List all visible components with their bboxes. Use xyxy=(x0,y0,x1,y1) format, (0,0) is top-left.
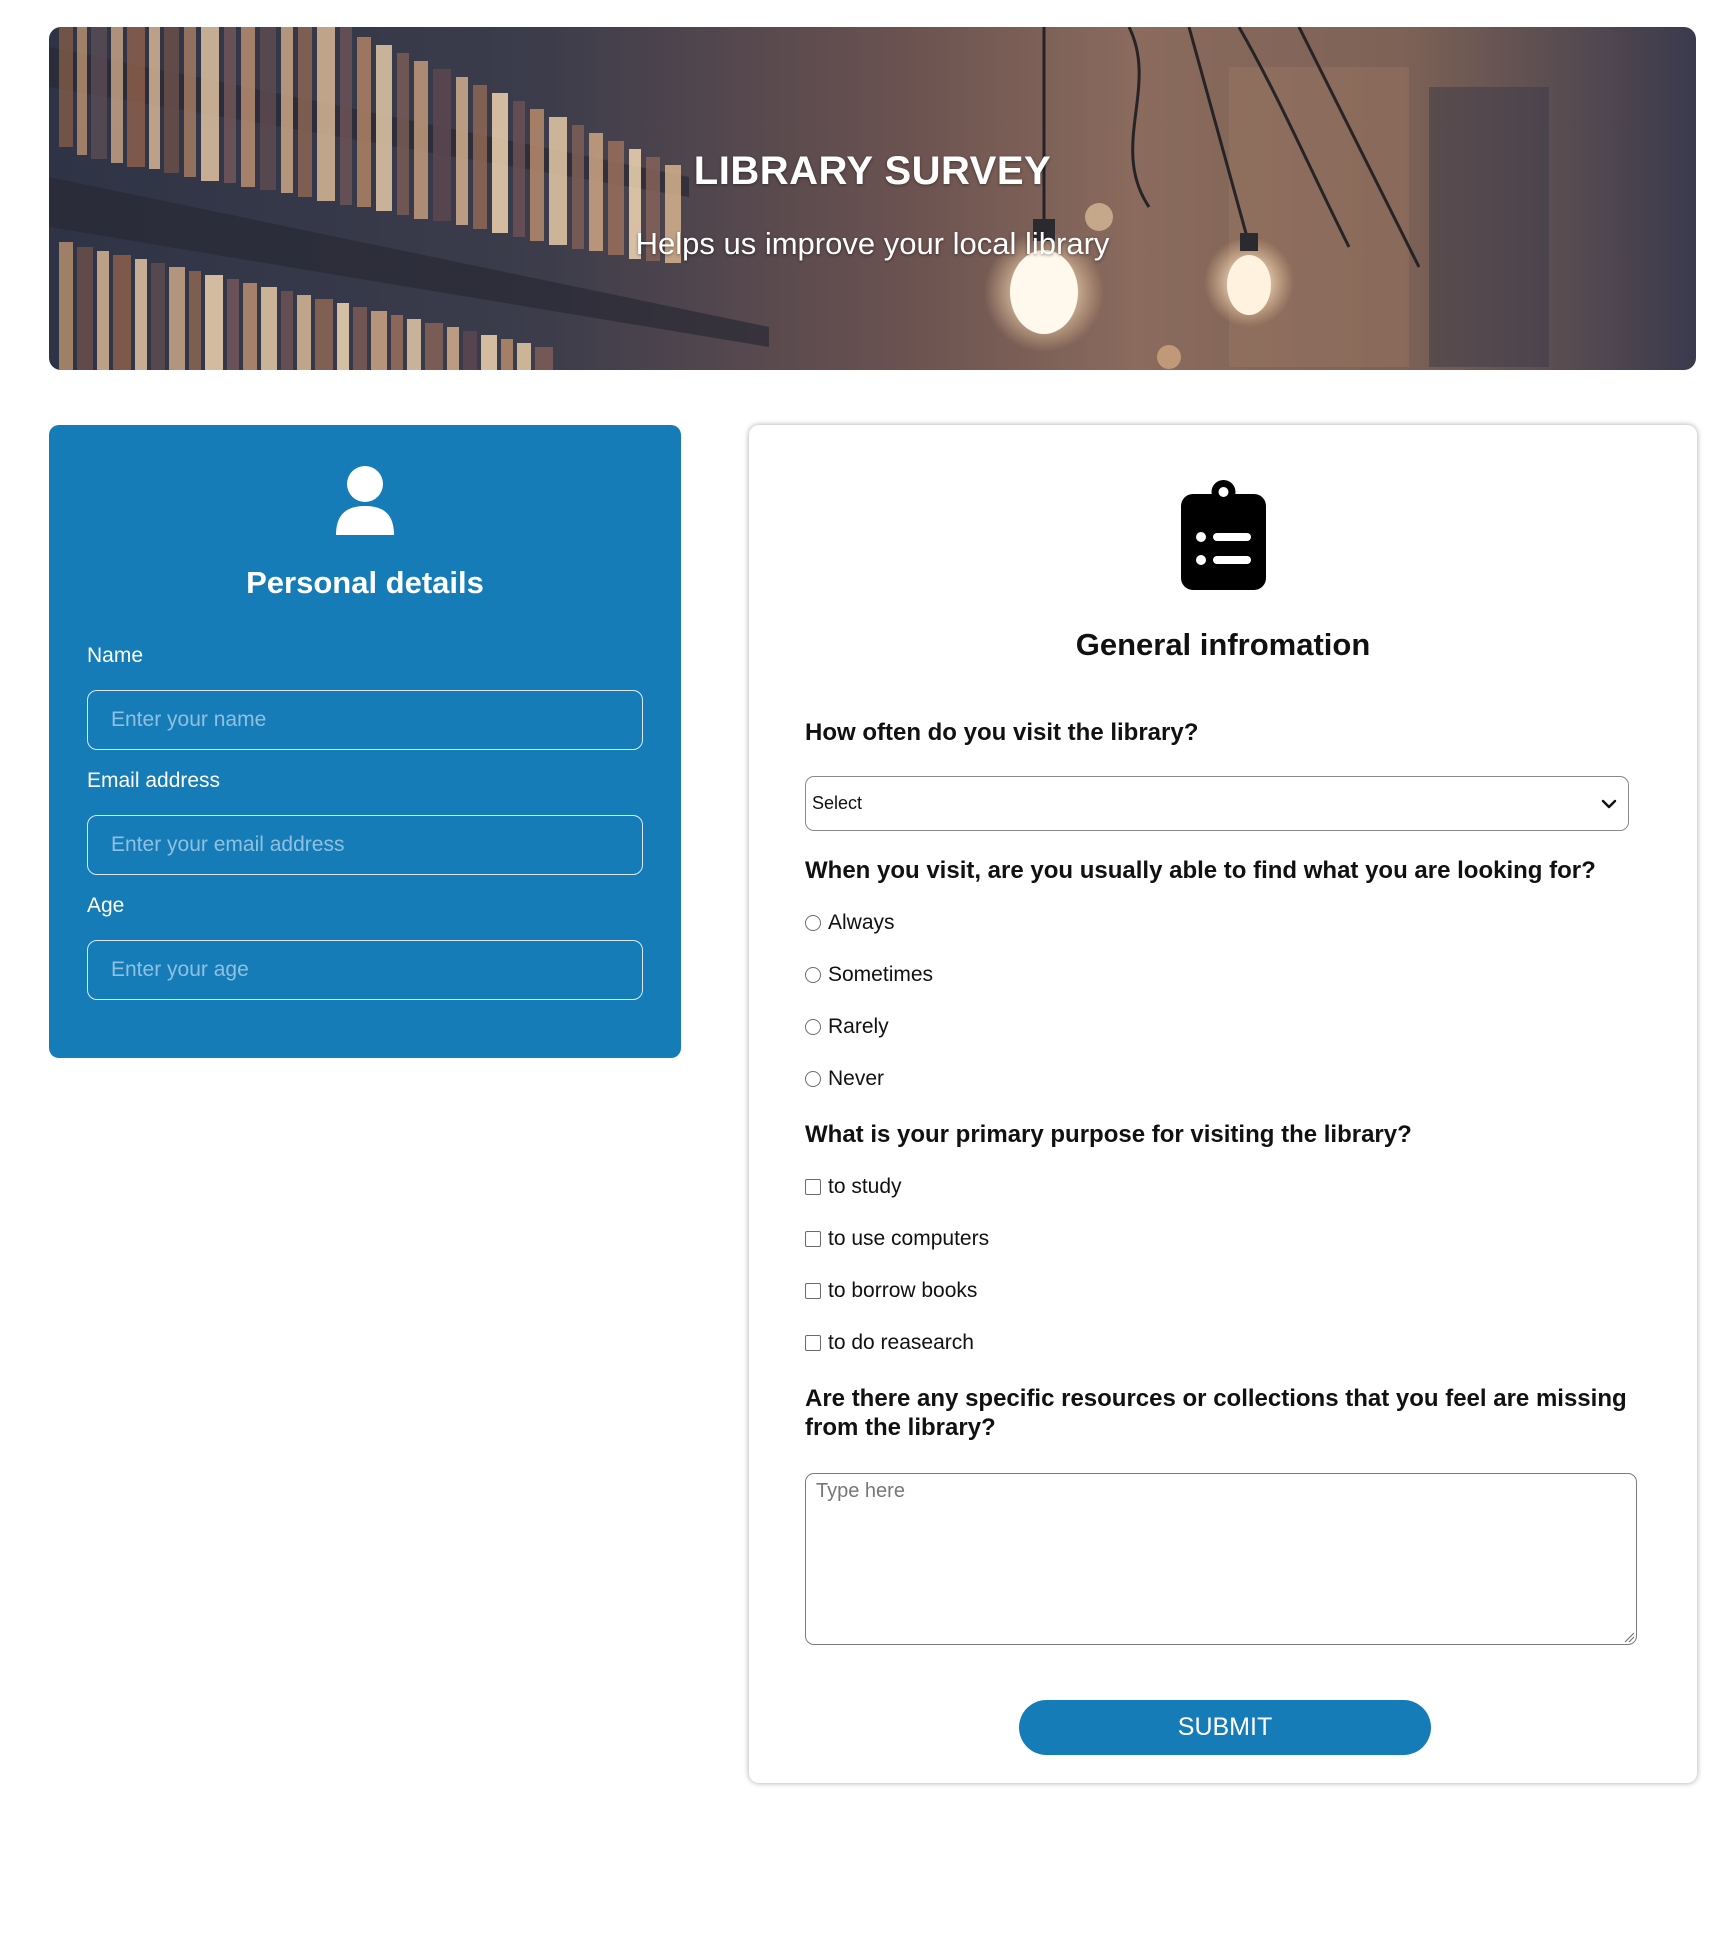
checkbox-label: to borrow books xyxy=(828,1279,978,1302)
checkbox-option-borrow[interactable]: to borrow books xyxy=(805,1278,977,1304)
radio-option-sometimes[interactable]: Sometimes xyxy=(805,962,933,988)
radio-button[interactable] xyxy=(805,1019,821,1035)
general-information-card: General infromation How often do you vis… xyxy=(749,425,1697,1783)
radio-option-never[interactable]: Never xyxy=(805,1066,884,1092)
radio-option-rarely[interactable]: Rarely xyxy=(805,1014,889,1040)
radio-label: Sometimes xyxy=(828,963,934,986)
visit-frequency-select[interactable]: Select xyxy=(805,776,1629,831)
submit-button[interactable]: SUBMIT xyxy=(1019,1700,1431,1755)
hero-banner: LIBRARY SURVEY Helps us improve your loc… xyxy=(49,27,1696,370)
resize-grip-icon[interactable] xyxy=(1624,1632,1635,1643)
checkbox-label: to use computers xyxy=(828,1227,990,1250)
radio-label: Always xyxy=(828,911,895,934)
checkbox[interactable] xyxy=(805,1179,821,1195)
email-label: Email address xyxy=(87,769,221,792)
radio-button[interactable] xyxy=(805,1071,821,1087)
email-input[interactable] xyxy=(87,815,643,875)
checkbox-option-research[interactable]: to do reasearch xyxy=(805,1330,974,1356)
radio-option-always[interactable]: Always xyxy=(805,910,895,936)
library-background-image xyxy=(49,27,1549,370)
primary-purpose-question: What is your primary purpose for visitin… xyxy=(805,1121,1412,1148)
find-what-looking-question: When you visit, are you usually able to … xyxy=(805,857,1596,884)
chevron-down-icon xyxy=(1601,799,1617,809)
select-value: Select xyxy=(812,793,863,813)
general-information-title: General infromation xyxy=(1075,627,1371,662)
personal-details-title: Personal details xyxy=(246,565,484,600)
personal-details-card: Personal details Name Email address Age xyxy=(49,425,681,1058)
radio-label: Never xyxy=(828,1067,885,1090)
visit-frequency-question: How often do you visit the library? xyxy=(805,719,1199,746)
checkbox-option-study[interactable]: to study xyxy=(805,1174,902,1200)
radio-label: Rarely xyxy=(828,1015,889,1038)
checkbox[interactable] xyxy=(805,1283,821,1299)
age-input[interactable] xyxy=(87,940,643,1000)
missing-resources-textarea[interactable] xyxy=(805,1473,1637,1645)
checkbox[interactable] xyxy=(805,1335,821,1351)
user-icon xyxy=(336,466,394,535)
checkbox-option-computers[interactable]: to use computers xyxy=(805,1226,989,1252)
name-label: Name xyxy=(87,644,144,667)
name-input[interactable] xyxy=(87,690,643,750)
radio-button[interactable] xyxy=(805,967,821,983)
page-title: LIBRARY SURVEY xyxy=(693,149,1052,193)
page-subtitle: Helps us improve your local library xyxy=(635,226,1110,261)
checkbox-label: to do reasearch xyxy=(828,1331,974,1354)
checkbox[interactable] xyxy=(805,1231,821,1247)
missing-resources-question: Are there any specific resources or coll… xyxy=(805,1385,1627,1441)
checkbox-label: to study xyxy=(828,1175,902,1198)
radio-button[interactable] xyxy=(805,915,821,931)
clipboard-list-icon xyxy=(1181,480,1266,590)
age-label: Age xyxy=(87,894,125,917)
